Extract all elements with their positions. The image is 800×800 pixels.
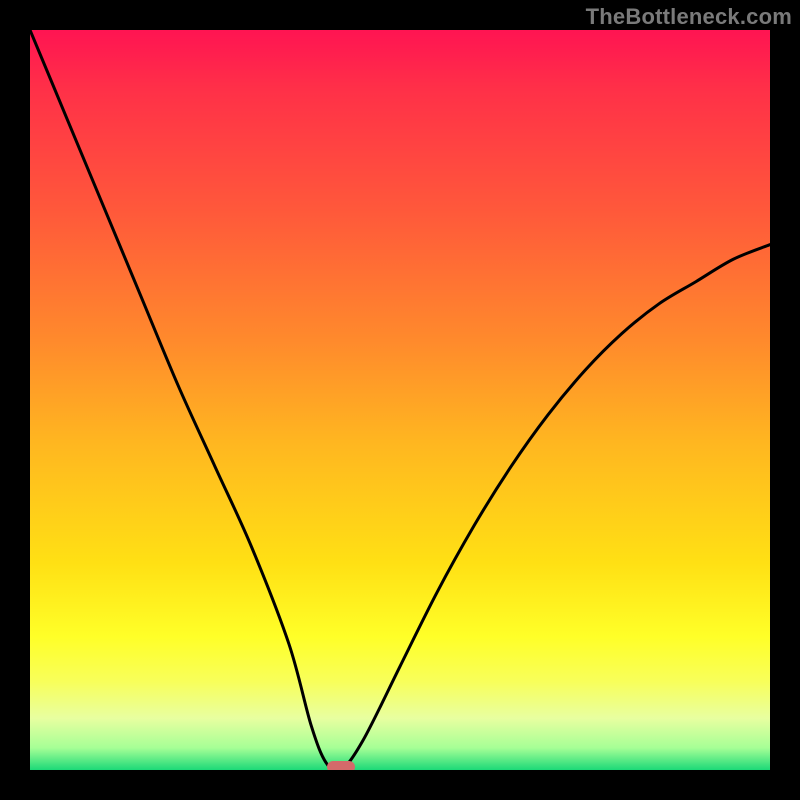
watermark-text: TheBottleneck.com (586, 4, 792, 30)
curve-layer (30, 30, 770, 770)
optimum-marker (327, 761, 355, 770)
chart-frame: TheBottleneck.com (0, 0, 800, 800)
plot-area (30, 30, 770, 770)
bottleneck-curve (30, 30, 770, 770)
